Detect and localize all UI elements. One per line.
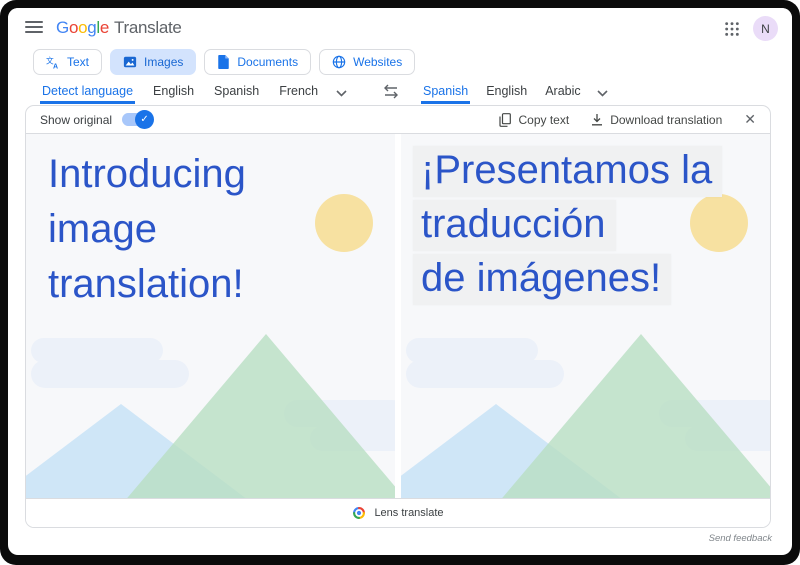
translated-line: de imágenes! bbox=[413, 254, 671, 305]
target-lang-english[interactable]: English bbox=[484, 81, 529, 104]
image-panels: Introducing image translation! ¡Prese bbox=[26, 134, 770, 498]
copy-text-label: Copy text bbox=[518, 113, 569, 127]
translated-headline: ¡Presentamos la traducción de imágenes! bbox=[413, 146, 722, 308]
product-name: Translate bbox=[114, 18, 182, 38]
google-apps-icon[interactable] bbox=[724, 21, 740, 37]
lens-translate-button[interactable]: Lens translate bbox=[26, 498, 770, 527]
sun-circle-shape bbox=[315, 194, 373, 252]
google-translate-logo[interactable]: Google Translate bbox=[56, 18, 182, 38]
copy-text-button[interactable]: Copy text bbox=[499, 113, 569, 127]
target-language-group: Spanish English Arabic bbox=[421, 81, 608, 104]
menu-icon[interactable] bbox=[25, 21, 43, 33]
close-icon[interactable]: ✕ bbox=[744, 111, 756, 128]
cloud-shape bbox=[406, 360, 564, 388]
tab-label: Documents bbox=[237, 55, 298, 69]
source-language-group: Detect language English Spanish French bbox=[40, 81, 347, 104]
source-lang-english[interactable]: English bbox=[151, 81, 196, 104]
avatar[interactable]: N bbox=[753, 16, 778, 41]
avatar-letter: N bbox=[761, 22, 770, 36]
logo-letter: o bbox=[69, 18, 78, 38]
chevron-down-icon[interactable] bbox=[597, 81, 608, 100]
send-feedback-link[interactable]: Send feedback bbox=[709, 533, 772, 544]
language-bar: Detect language English Spanish French S… bbox=[8, 81, 792, 105]
source-lang-french[interactable]: French bbox=[277, 81, 320, 104]
swap-languages-icon[interactable] bbox=[382, 84, 400, 102]
tab-documents[interactable]: Documents bbox=[204, 49, 311, 75]
device-frame: Google Translate N 文A Text Images bbox=[0, 0, 800, 565]
tab-websites[interactable]: Websites bbox=[319, 49, 415, 75]
show-original-label: Show original bbox=[40, 113, 112, 127]
chevron-down-icon[interactable] bbox=[336, 81, 347, 100]
svg-text:A: A bbox=[53, 63, 58, 69]
logo-letter: g bbox=[87, 18, 96, 38]
translated-line: ¡Presentamos la bbox=[413, 146, 722, 197]
logo-letter: G bbox=[56, 18, 69, 38]
headline-line: Introducing bbox=[48, 148, 246, 200]
copy-icon bbox=[499, 113, 511, 127]
original-headline: Introducing image translation! bbox=[48, 148, 246, 313]
tab-label: Websites bbox=[353, 55, 402, 69]
document-icon bbox=[217, 55, 230, 69]
app-window: Google Translate N 文A Text Images bbox=[8, 8, 792, 555]
download-icon bbox=[591, 113, 603, 126]
cloud-shape bbox=[31, 360, 189, 388]
logo-letter: o bbox=[78, 18, 87, 38]
tab-text[interactable]: 文A Text bbox=[33, 49, 102, 75]
lens-icon bbox=[352, 506, 366, 520]
source-lang-spanish[interactable]: Spanish bbox=[212, 81, 261, 104]
tab-images[interactable]: Images bbox=[110, 49, 196, 75]
logo-letter: e bbox=[100, 18, 109, 38]
headline-line: image bbox=[48, 203, 246, 255]
headline-line: translation! bbox=[48, 258, 246, 310]
lens-translate-label: Lens translate bbox=[374, 507, 443, 519]
show-original-toggle[interactable]: ✓ bbox=[122, 113, 152, 126]
image-toolbar: Show original ✓ Copy text Download trans… bbox=[26, 106, 770, 134]
mode-tabs: 文A Text Images Documents Websites bbox=[33, 49, 415, 75]
translated-line: traducción bbox=[413, 200, 616, 251]
target-lang-spanish[interactable]: Spanish bbox=[421, 81, 470, 104]
translate-icon: 文A bbox=[46, 55, 60, 69]
original-image-panel: Introducing image translation! bbox=[26, 134, 395, 498]
source-lang-detect[interactable]: Detect language bbox=[40, 81, 135, 104]
tab-label: Text bbox=[67, 55, 89, 69]
tab-label: Images bbox=[144, 55, 183, 69]
translated-image-panel: ¡Presentamos la traducción de imágenes! bbox=[401, 134, 770, 498]
image-icon bbox=[123, 55, 137, 69]
target-lang-arabic[interactable]: Arabic bbox=[543, 81, 582, 104]
globe-icon bbox=[332, 55, 346, 69]
top-app-bar: Google Translate N bbox=[8, 8, 792, 46]
download-translation-button[interactable]: Download translation bbox=[591, 113, 722, 127]
toggle-check-icon: ✓ bbox=[135, 110, 154, 129]
image-translation-card: Show original ✓ Copy text Download trans… bbox=[25, 105, 771, 528]
download-translation-label: Download translation bbox=[610, 113, 722, 127]
